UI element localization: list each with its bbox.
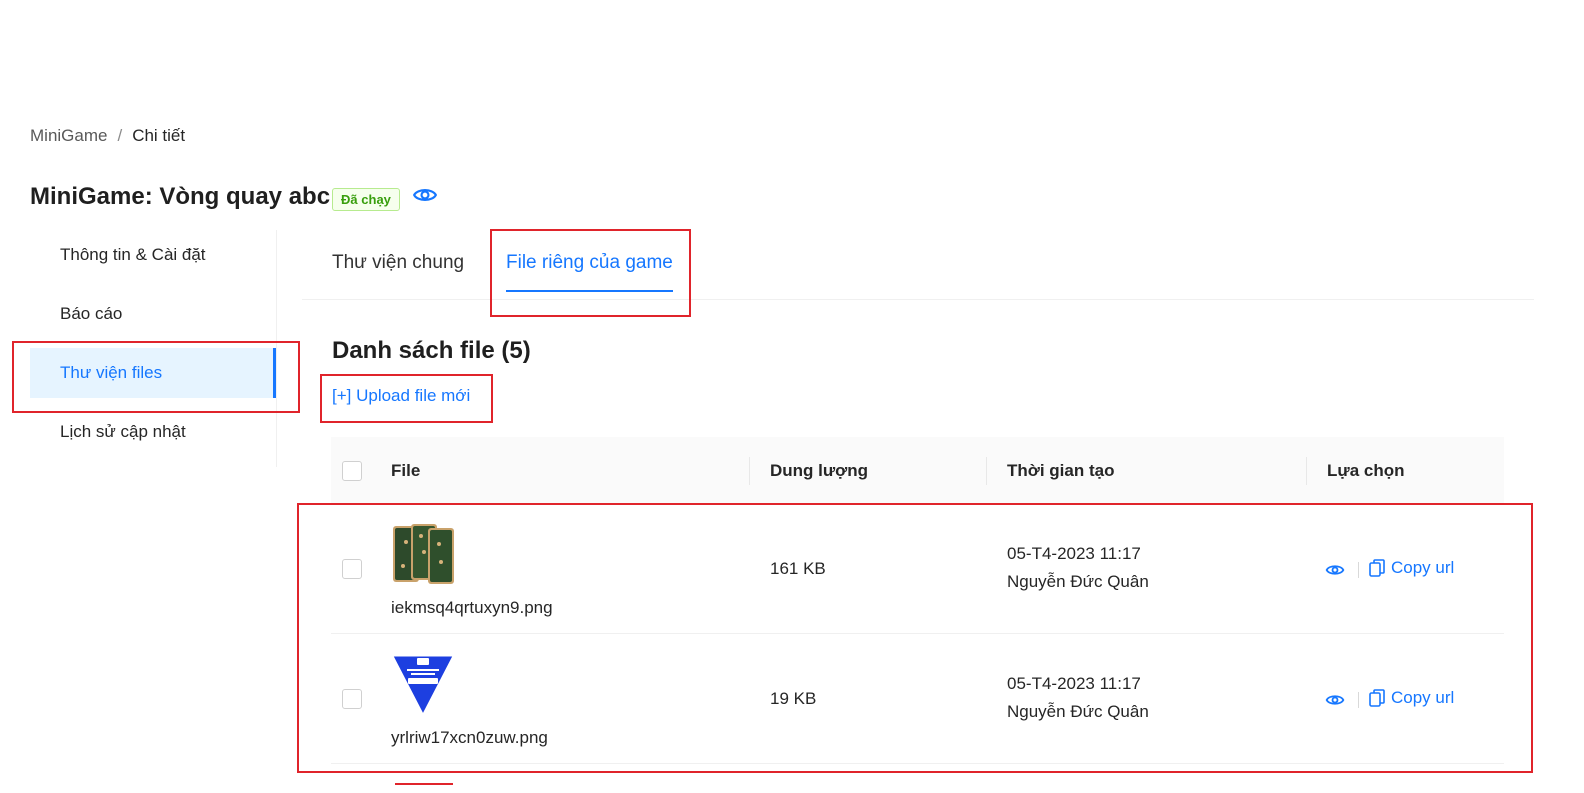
sidebar-item-label: Báo cáo [60, 304, 123, 323]
column-divider [986, 457, 987, 485]
breadcrumb-separator: / [117, 126, 123, 145]
sidebar-item-label: Thư viện files [60, 363, 163, 382]
column-created: Thời gian tạo [1007, 461, 1115, 480]
sidebar-item-label: Lịch sử cập nhật [60, 422, 186, 441]
eye-icon[interactable] [1325, 690, 1345, 710]
highlight-fragment [395, 783, 453, 785]
breadcrumb-current: Chi tiết [132, 126, 186, 145]
created-info: 05-T4-2023 11:17 Nguyễn Đức Quân [1007, 670, 1149, 726]
copy-url-button[interactable]: Copy url [1369, 688, 1454, 708]
tab-bar: Thư viện chung File riêng của game [302, 230, 1534, 300]
status-badge: Đã chạy [332, 187, 400, 211]
column-divider [1306, 457, 1307, 485]
sidebar-item-settings[interactable]: Thông tin & Cài đặt [30, 230, 276, 280]
action-divider [1358, 692, 1359, 708]
row-checkbox[interactable] [342, 689, 362, 709]
breadcrumb: MiniGame / Chi tiết [30, 126, 185, 146]
column-divider [749, 457, 750, 485]
created-by: Nguyễn Đức Quân [1007, 572, 1149, 591]
breadcrumb-root[interactable]: MiniGame [30, 126, 107, 146]
sidebar-menu: Thông tin & Cài đặt Báo cáo Thư viện fil… [30, 230, 277, 467]
upload-file-link[interactable]: [+] Upload file mới [332, 386, 470, 406]
sidebar-item-label: Thông tin & Cài đặt [60, 245, 206, 264]
copy-icon [1369, 689, 1385, 707]
table-row: yrlriw17xcn0zuw.png 19 KB 05-T4-2023 11:… [331, 634, 1504, 764]
created-time: 05-T4-2023 11:17 [1007, 674, 1141, 693]
eye-icon[interactable] [412, 182, 438, 208]
column-file: File [391, 461, 421, 480]
file-name: iekmsq4qrtuxyn9.png [391, 598, 553, 617]
file-table: File Dung lượng Thời gian tạo Lựa chọn i… [331, 437, 1504, 764]
file-size: 19 KB [770, 689, 817, 708]
created-info: 05-T4-2023 11:17 Nguyễn Đức Quân [1007, 540, 1149, 596]
file-list-title: Danh sách file (5) [332, 337, 531, 364]
copy-url-button[interactable]: Copy url [1369, 558, 1454, 578]
created-time: 05-T4-2023 11:17 [1007, 544, 1141, 563]
column-size: Dung lượng [770, 461, 869, 480]
file-thumbnail-image[interactable] [391, 522, 455, 586]
eye-icon[interactable] [1325, 560, 1345, 580]
copy-icon [1369, 559, 1385, 577]
select-all-checkbox[interactable] [342, 461, 362, 481]
sidebar-item-file-library[interactable]: Thư viện files [30, 348, 276, 398]
created-by: Nguyễn Đức Quân [1007, 702, 1149, 721]
sidebar-item-reports[interactable]: Báo cáo [30, 289, 276, 339]
sidebar-item-update-history[interactable]: Lịch sử cập nhật [30, 407, 276, 457]
file-thumbnail-image[interactable] [391, 652, 455, 716]
table-row: iekmsq4qrtuxyn9.png 161 KB 05-T4-2023 11… [331, 504, 1504, 634]
row-checkbox[interactable] [342, 559, 362, 579]
table-header: File Dung lượng Thời gian tạo Lựa chọn [331, 437, 1504, 504]
file-size: 161 KB [770, 559, 826, 578]
page-header: MiniGame: Vòng quay abc Đã chạy [30, 183, 438, 211]
action-divider [1358, 562, 1359, 578]
copy-url-label: Copy url [1391, 558, 1455, 577]
page-title: MiniGame: Vòng quay abc [30, 183, 331, 210]
column-actions: Lựa chọn [1327, 461, 1405, 480]
file-name: yrlriw17xcn0zuw.png [391, 728, 548, 747]
tab-shared-library[interactable]: Thư viện chung [332, 252, 464, 290]
copy-url-label: Copy url [1391, 688, 1455, 707]
tab-game-files[interactable]: File riêng của game [506, 252, 673, 292]
